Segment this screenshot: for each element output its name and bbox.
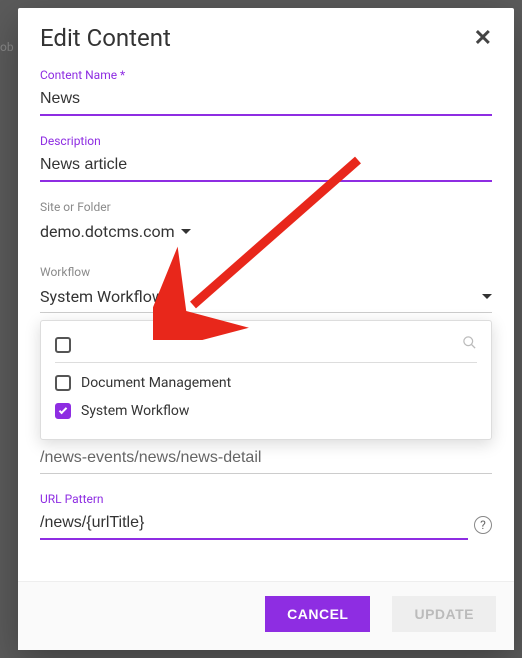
close-icon: ✕ [474,25,492,50]
site-folder-select[interactable]: demo.dotcms.com [40,218,492,247]
description-input[interactable] [40,152,492,182]
modal-footer: CANCEL UPDATE [18,581,514,650]
field-workflow: Workflow System Workflow [40,265,492,313]
cancel-button[interactable]: CANCEL [265,596,370,632]
field-content-name: Content Name * [40,68,492,116]
dropdown-options: Document Management System Workflow [55,363,477,425]
workflow-label: Workflow [40,265,492,279]
workflow-select[interactable]: System Workflow [40,283,492,313]
edit-content-modal: Edit Content ✕ Content Name * Descriptio… [18,8,514,650]
close-button[interactable]: ✕ [474,25,492,51]
option-system-workflow[interactable]: System Workflow [55,397,477,425]
detail-page-input[interactable] [40,445,492,474]
site-folder-label: Site or Folder [40,200,492,214]
checkbox-checked[interactable] [55,403,71,419]
option-label: Document Management [81,375,231,391]
site-folder-value: demo.dotcms.com [40,222,191,241]
option-label: System Workflow [81,403,189,419]
background-text: ob [0,40,14,54]
dropdown-search-input[interactable] [81,337,452,353]
content-name-label: Content Name * [40,68,492,82]
field-detail-page [40,445,492,474]
workflow-value: System Workflow [40,287,164,306]
url-pattern-label: URL Pattern [40,492,492,506]
field-url-pattern: URL Pattern ? [40,492,492,540]
select-all-checkbox[interactable] [55,337,71,353]
dropdown-search-row [55,331,477,363]
url-pattern-input[interactable] [40,510,468,540]
search-icon [462,335,477,354]
workflow-dropdown-panel[interactable]: Document Management System Workflow [40,320,492,440]
modal-header: Edit Content ✕ [18,8,514,60]
modal-title: Edit Content [40,24,171,52]
field-description: Description [40,134,492,182]
modal-body: Content Name * Description Site or Folde… [18,60,514,581]
checkbox-unchecked[interactable] [55,375,71,391]
field-site-folder: Site or Folder demo.dotcms.com [40,200,492,247]
caret-down-icon [181,229,191,234]
help-icon[interactable]: ? [474,516,492,534]
option-document-management[interactable]: Document Management [55,369,477,397]
content-name-input[interactable] [40,86,492,116]
description-label: Description [40,134,492,148]
update-button: UPDATE [392,596,496,632]
caret-down-icon [482,294,492,299]
